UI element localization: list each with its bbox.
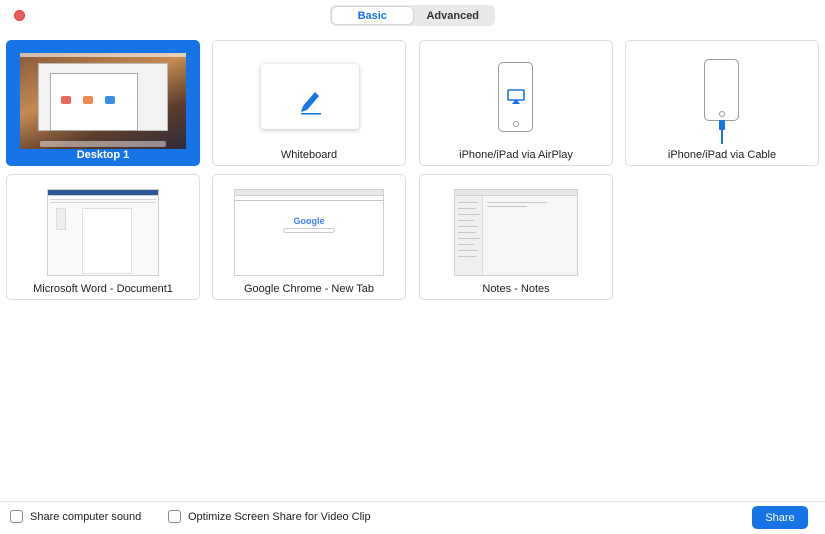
pen-icon	[301, 92, 321, 115]
tile-label: Whiteboard	[280, 149, 338, 161]
phone-thumbnail	[704, 59, 739, 121]
google-logo: Google	[293, 216, 325, 226]
checkbox-box[interactable]	[168, 510, 181, 523]
footer-divider	[0, 501, 825, 502]
tile-iphone-cable[interactable]: iPhone/iPad via Cable	[625, 40, 819, 166]
tile-label: iPhone/iPad via AirPlay	[459, 149, 573, 161]
tile-google-chrome[interactable]: Google Google Chrome - New Tab	[212, 174, 406, 300]
chrome-window-thumbnail: Google	[234, 189, 384, 276]
tab-basic[interactable]: Basic	[332, 7, 413, 24]
tile-label: iPhone/iPad via Cable	[667, 149, 777, 161]
word-window-thumbnail	[47, 189, 159, 276]
tile-label: Google Chrome - New Tab	[243, 283, 375, 295]
mode-segmented-control: Basic Advanced	[330, 5, 495, 26]
tile-iphone-airplay[interactable]: iPhone/iPad via AirPlay	[419, 40, 613, 166]
tile-label: Microsoft Word - Document1	[33, 283, 173, 295]
checkbox-box[interactable]	[10, 510, 23, 523]
share-sound-checkbox[interactable]: Share computer sound	[10, 510, 141, 523]
share-button[interactable]: Share	[752, 506, 808, 529]
phone-thumbnail	[498, 62, 533, 132]
tile-whiteboard[interactable]: Whiteboard	[212, 40, 406, 166]
tile-notes[interactable]: Notes - Notes	[419, 174, 613, 300]
tile-desktop-1[interactable]: Desktop 1	[6, 40, 200, 166]
whiteboard-thumbnail	[261, 64, 359, 129]
share-sound-label: Share computer sound	[30, 510, 142, 523]
tab-advanced[interactable]: Advanced	[413, 7, 494, 24]
cable-icon	[719, 120, 725, 144]
tile-microsoft-word[interactable]: Microsoft Word - Document1	[6, 174, 200, 300]
tile-label: Notes - Notes	[482, 283, 550, 295]
close-window-button[interactable]	[14, 10, 25, 21]
airplay-icon	[507, 89, 525, 104]
desktop-thumbnail	[20, 53, 186, 149]
tile-label: Desktop 1	[76, 149, 130, 161]
share-screen-window: Basic Advanced Desktop 1 Whiteboard iPho…	[0, 0, 825, 534]
optimize-video-label: Optimize Screen Share for Video Clip	[188, 510, 371, 523]
notes-window-thumbnail	[454, 189, 578, 276]
optimize-video-checkbox[interactable]: Optimize Screen Share for Video Clip	[168, 510, 371, 523]
